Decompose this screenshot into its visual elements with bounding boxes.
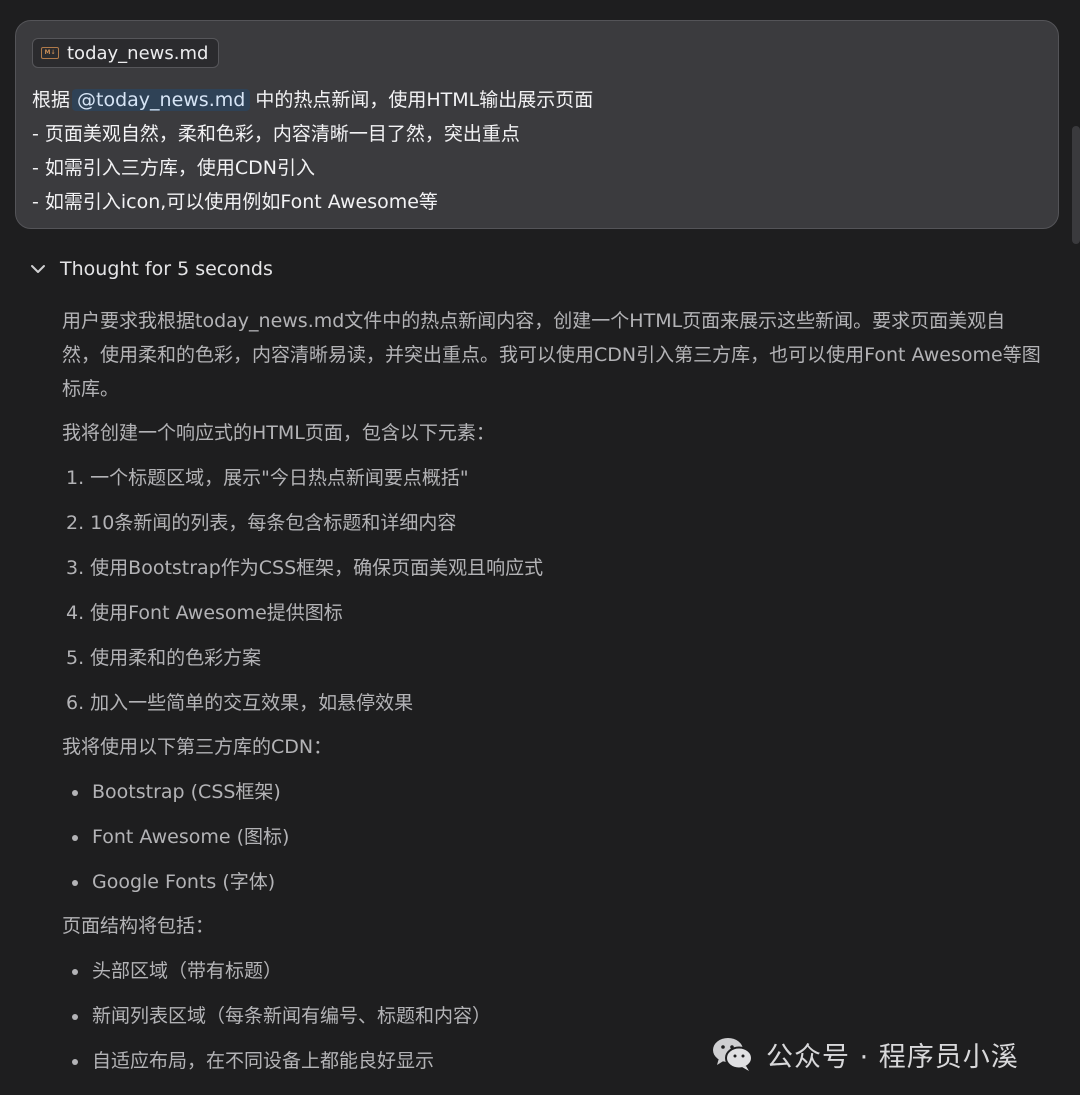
scrollbar-thumb[interactable] (1072, 126, 1080, 244)
thought-content: 用户要求我根据today_news.md文件中的热点新闻内容，创建一个HTML页… (62, 304, 1042, 1088)
list-item: 2. 10条新闻的列表，每条包含标题和详细内容 (66, 512, 457, 534)
structure-heading: 页面结构将包括： (62, 915, 215, 937)
list-item: 1. 一个标题区域，展示"今日热点新闻要点概括" (66, 467, 469, 489)
wechat-icon (713, 1038, 753, 1071)
prompt-line-1: 根据 @today_news.md 中的热点新闻，使用HTML输出展示页面 (32, 83, 1044, 117)
prompt-line-4: - 如需引入icon,可以使用例如Font Awesome等 (32, 191, 438, 213)
list-item: Font Awesome (图标) (62, 819, 1042, 864)
list-item: 4. 使用Font Awesome提供图标 (66, 602, 343, 624)
prompt-line-1-suffix: 中的热点新闻，使用HTML输出展示页面 (255, 89, 594, 111)
thought-label: Thought for 5 seconds (60, 258, 273, 280)
list-item: Bootstrap (CSS框架) (62, 774, 1042, 819)
list-item: 3. 使用Bootstrap作为CSS框架，确保页面美观且响应式 (66, 557, 544, 579)
thought-intro: 用户要求我根据today_news.md文件中的热点新闻内容，创建一个HTML页… (62, 310, 1041, 400)
prompt-line-1-prefix: 根据 (32, 89, 71, 111)
cdn-heading: 我将使用以下第三方库的CDN： (62, 736, 333, 758)
markdown-file-icon: M↓ (41, 47, 59, 59)
prompt-text: 根据 @today_news.md 中的热点新闻，使用HTML输出展示页面 - 页面… (32, 83, 1044, 219)
prompt-message: M↓ today_news.md 根据 @today_news.md 中的热点新闻，… (15, 20, 1059, 229)
list-item: 头部区域（带有标题） (62, 953, 1042, 998)
file-mention[interactable]: @today_news.md (72, 89, 251, 111)
prompt-line-2: - 页面美观自然，柔和色彩，内容清晰一目了然，突出重点 (32, 123, 520, 145)
list-item: Google Fonts (字体) (62, 864, 1042, 909)
file-chip-today-news[interactable]: M↓ today_news.md (32, 38, 220, 68)
plan-heading: 我将创建一个响应式的HTML页面，包含以下元素： (62, 422, 495, 444)
watermark: 公众号 · 程序员小溪 (712, 1026, 1019, 1082)
thought-toggle[interactable]: Thought for 5 seconds (30, 258, 273, 280)
chevron-down-icon (31, 265, 45, 273)
list-item: 5. 使用柔和的色彩方案 (66, 647, 262, 669)
plan-list: 1. 一个标题区域，展示"今日热点新闻要点概括" 2. 10条新闻的列表，每条包… (62, 460, 1042, 730)
list-item: 6. 加入一些简单的交互效果，如悬停效果 (66, 692, 414, 714)
watermark-text: 公众号 · 程序员小溪 (766, 1041, 1019, 1073)
prompt-line-3: - 如需引入三方库，使用CDN引入 (32, 157, 316, 179)
cdn-list: Bootstrap (CSS框架) Font Awesome (图标) Goog… (62, 774, 1042, 909)
file-chip-label: today_news.md (67, 42, 209, 64)
